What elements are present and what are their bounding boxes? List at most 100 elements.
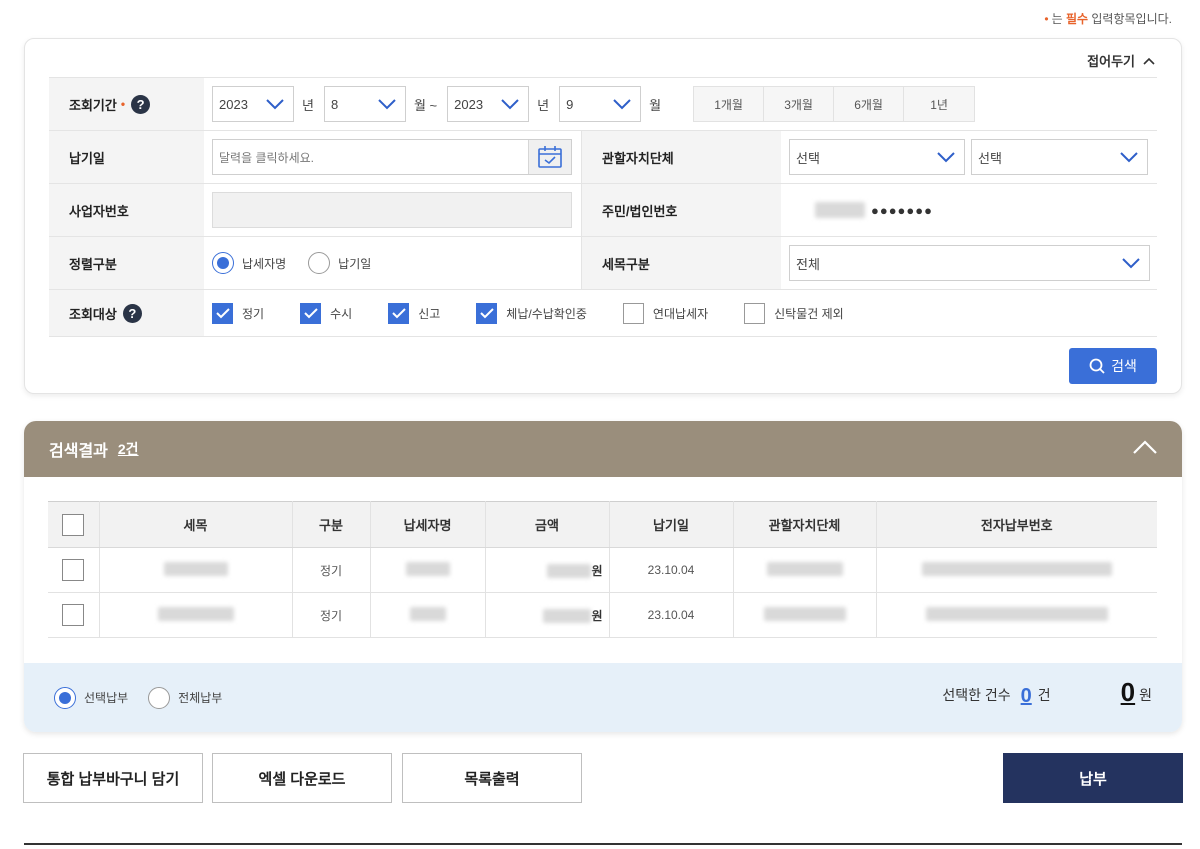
- local-gov-label: 관할자치단체: [581, 131, 781, 183]
- cell-type: 정기: [292, 592, 371, 638]
- amount-unit: 원: [591, 608, 603, 623]
- fold-label: 접어두기: [1087, 54, 1135, 69]
- total-amount: 0: [1120, 677, 1136, 707]
- biz-no-input: [212, 192, 572, 228]
- quick-period-6m[interactable]: 6개월: [834, 87, 905, 121]
- row-checkbox-cell: [48, 592, 100, 638]
- form-row-due: 납기일 달력을 클릭하세요. 관할자치단체 선택 선택: [49, 131, 1157, 184]
- search-button[interactable]: 검색: [1069, 348, 1157, 384]
- target-trust-exclude[interactable]: 신탁물건 제외: [744, 302, 844, 324]
- check-icon: [215, 307, 230, 318]
- sort-option-due[interactable]: 납기일: [308, 252, 371, 274]
- sort-option-name[interactable]: 납세자명: [212, 252, 286, 274]
- local-gov-select-2[interactable]: 선택: [971, 139, 1148, 175]
- header-select-all: [48, 501, 100, 548]
- resident-no-masked: ●●●●●●●: [871, 202, 933, 218]
- period-label-text: 조회기간: [69, 97, 117, 113]
- target-options: 정기 수시 신고 체납/수납확인중 연대납세자 신탁물건 제외: [204, 290, 1157, 336]
- target-joint[interactable]: 연대납세자: [622, 302, 709, 324]
- required-note: • 는 필수 입력항목입니다.: [1044, 10, 1172, 27]
- from-month-select[interactable]: 8: [323, 86, 406, 122]
- cell-type: 정기: [292, 547, 371, 593]
- excel-download-button[interactable]: 엑셀 다운로드: [212, 753, 392, 803]
- add-to-basket-button[interactable]: 통합 납부바구니 담기: [23, 753, 203, 803]
- row-checkbox[interactable]: [62, 559, 85, 581]
- count-unit: 건: [1037, 687, 1051, 703]
- calendar-icon: [538, 146, 562, 168]
- check-icon: [480, 307, 494, 318]
- checkbox-checked: [388, 302, 410, 324]
- target-regular[interactable]: 정기: [212, 302, 265, 324]
- target-arrears[interactable]: 체납/수납확인중: [476, 302, 587, 324]
- checkbox-checked: [300, 302, 322, 324]
- row-checkbox[interactable]: [62, 604, 85, 626]
- pay-button[interactable]: 납부: [1003, 753, 1183, 803]
- header-taxpayer: 납세자명: [370, 501, 486, 548]
- header-tax-item: 세목: [99, 501, 293, 548]
- target-occasional[interactable]: 수시: [300, 302, 352, 324]
- due-date-input[interactable]: 달력을 클릭하세요.: [212, 139, 572, 175]
- local-gov-cell: 선택 선택: [781, 131, 1157, 183]
- form-row-target: 조회대상 ? 정기 수시 신고 체납/수납확인중 연대납세자 신탁물건 제외: [49, 290, 1157, 337]
- to-year-select[interactable]: 2023: [447, 86, 530, 122]
- to-month-select[interactable]: 9: [559, 86, 642, 122]
- resident-no-label: 주민/법인번호: [581, 184, 781, 236]
- redacted-value: [763, 606, 846, 621]
- results-panel: 검색결과 2건 세목 구분 납세자명 금액 납기일 관할자치단체 전자납부번호 …: [24, 421, 1182, 732]
- biz-no-cell: [204, 184, 581, 236]
- month-unit-from: 월 ~: [413, 97, 438, 113]
- search-form: 조회기간 • ? 2023 년 8 월 ~ 2023 년 9 월 1개월 3개월…: [49, 77, 1157, 337]
- tax-item-label: 세목구분: [581, 237, 781, 289]
- results-header: 검색결과 2건: [24, 421, 1182, 477]
- search-icon: [1089, 358, 1105, 374]
- chevron-down-icon: [937, 152, 955, 163]
- quick-period-3m[interactable]: 3개월: [764, 87, 835, 121]
- print-list-button[interactable]: 목록출력: [402, 753, 582, 803]
- redacted-value: [163, 561, 228, 576]
- header-local-gov: 관할자치단체: [733, 501, 877, 548]
- radio-unselected: [308, 252, 331, 274]
- tax-item-select[interactable]: 전체: [789, 245, 1150, 281]
- quick-period-1y[interactable]: 1년: [904, 87, 974, 121]
- target-joint-label: 연대납세자: [652, 306, 709, 321]
- select-all-checkbox[interactable]: [62, 513, 85, 536]
- to-year-value: 2023: [454, 96, 484, 112]
- footer-divider: [24, 843, 1182, 845]
- chevron-up-icon[interactable]: [1132, 439, 1158, 455]
- pay-mode-selected[interactable]: 선택납부: [54, 686, 129, 709]
- quick-period-1m[interactable]: 1개월: [694, 87, 765, 121]
- local-gov-select-2-value: 선택: [978, 150, 1002, 166]
- cell-local-gov: [733, 592, 877, 638]
- target-report[interactable]: 신고: [388, 302, 441, 324]
- header-due: 납기일: [609, 501, 734, 548]
- help-icon[interactable]: ?: [122, 303, 142, 323]
- required-note-prefix: 는: [1051, 12, 1066, 26]
- table-header-row: 세목 구분 납세자명 금액 납기일 관할자치단체 전자납부번호: [48, 501, 1157, 548]
- cell-epay-no: [876, 592, 1157, 638]
- local-gov-select-1[interactable]: 선택: [789, 139, 965, 175]
- chevron-down-icon: [266, 99, 284, 110]
- help-icon[interactable]: ?: [131, 94, 151, 114]
- results-count[interactable]: 2건: [118, 439, 139, 459]
- chevron-down-icon: [501, 99, 519, 110]
- tax-item-cell: 전체: [781, 237, 1157, 289]
- results-title: 검색결과: [49, 443, 108, 460]
- form-row-period: 조회기간 • ? 2023 년 8 월 ~ 2023 년 9 월 1개월 3개월…: [49, 78, 1157, 131]
- to-month-value: 9: [566, 96, 574, 112]
- redacted-value: [157, 606, 234, 621]
- selected-summary: 선택한 건수 0 건 0 원: [942, 677, 1152, 708]
- fold-toggle[interactable]: 접어두기: [1087, 51, 1155, 70]
- pay-mode-all[interactable]: 전체납부: [148, 686, 222, 709]
- selected-count-label: 선택한 건수: [942, 687, 1011, 703]
- due-date-cell: 달력을 클릭하세요.: [204, 131, 581, 183]
- target-regular-label: 정기: [242, 306, 265, 321]
- target-report-label: 신고: [418, 306, 441, 321]
- pay-mode-selected-label: 선택납부: [84, 691, 129, 705]
- redacted-value: [405, 561, 450, 576]
- period-fields: 2023 년 8 월 ~ 2023 년 9 월 1개월 3개월 6개월 1년: [204, 78, 1157, 130]
- calendar-button[interactable]: [528, 140, 571, 174]
- form-row-sort: 정렬구분 납세자명 납기일 세목구분 전체: [49, 237, 1157, 290]
- quick-period-group: 1개월 3개월 6개월 1년: [693, 86, 976, 122]
- required-word: 필수: [1065, 12, 1089, 26]
- from-year-select[interactable]: 2023: [212, 86, 294, 122]
